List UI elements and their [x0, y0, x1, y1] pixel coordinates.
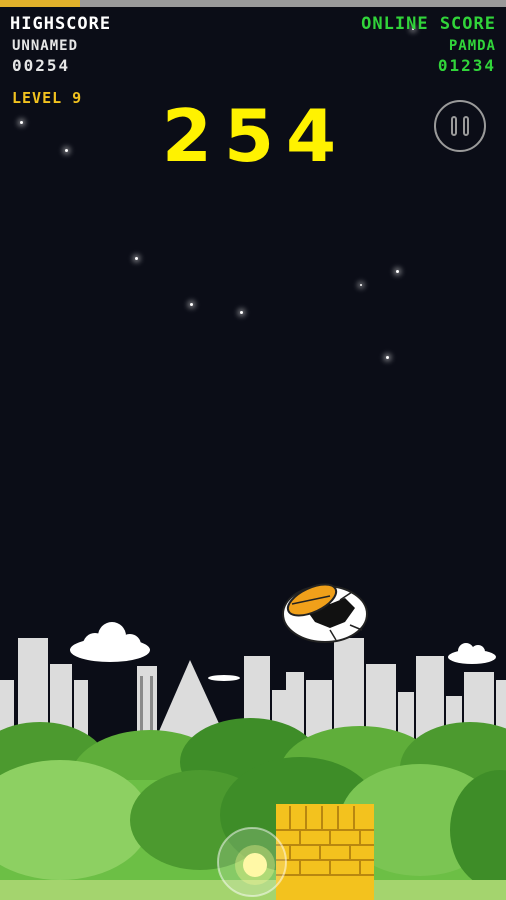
pause-button[interactable]	[434, 100, 486, 152]
pause-icon	[463, 116, 469, 136]
brick-tower	[276, 804, 374, 900]
highscore-player-name: UNNAMED	[12, 38, 79, 54]
online-score-value: 01234	[437, 56, 496, 75]
online-score-title: ONLINE SCORE	[361, 14, 496, 34]
hatching-egg-bird	[282, 583, 368, 643]
highscore-title: HIGHSCORE	[10, 14, 112, 34]
highscore-value: 00254	[12, 56, 71, 75]
level-indicator: LEVEL 9	[12, 89, 83, 107]
online-player-name: PAMDA	[448, 38, 496, 54]
glowing-bubble	[217, 827, 287, 897]
current-score: 254	[161, 94, 349, 178]
pause-icon	[451, 116, 457, 136]
game-screen: HIGHSCORE UNNAMED 00254 LEVEL 9 ONLINE S…	[0, 0, 506, 900]
